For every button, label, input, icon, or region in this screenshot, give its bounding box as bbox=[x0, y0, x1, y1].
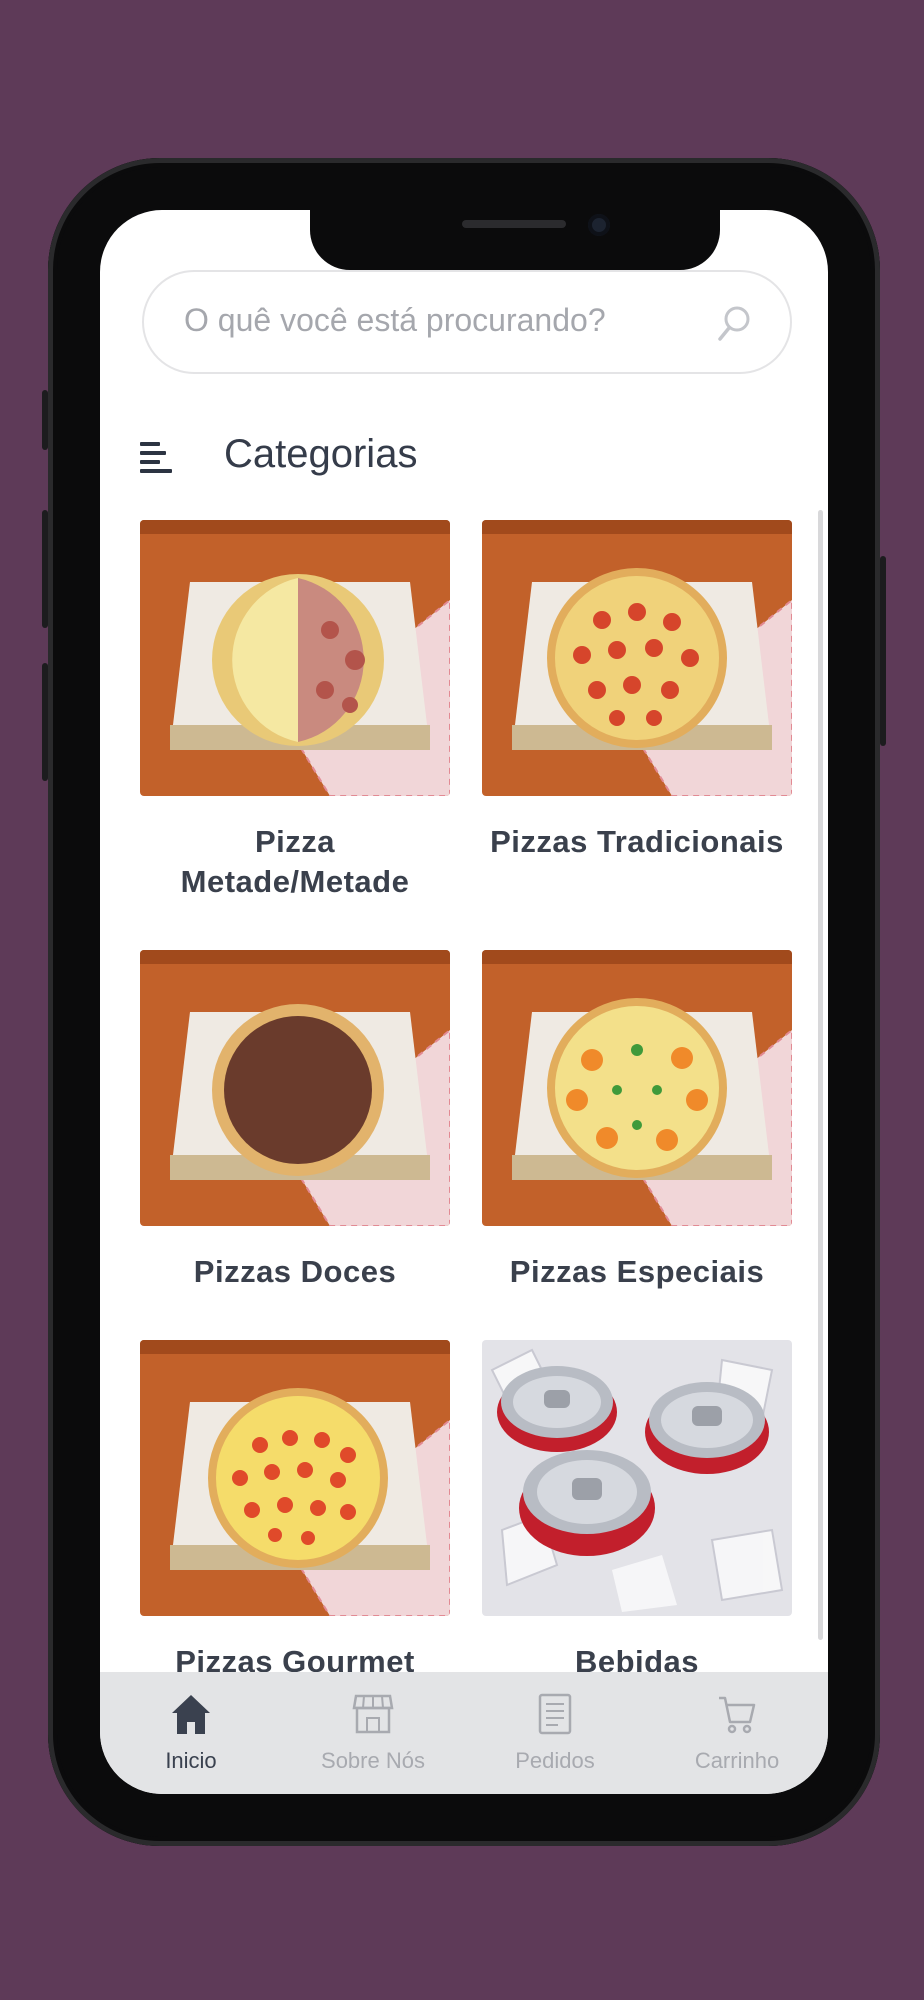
bottom-navigation: Inicio Sobre Nós Pedidos Carrinho bbox=[100, 1672, 828, 1794]
half-half-pizza-image bbox=[140, 520, 450, 796]
category-card-bebidas[interactable]: Bebidas bbox=[482, 1340, 792, 1682]
nav-item-sobre-nos[interactable]: Sobre Nós bbox=[282, 1672, 464, 1794]
menu-icon[interactable] bbox=[140, 438, 174, 478]
gourmet-pizza-image bbox=[140, 1340, 450, 1616]
search-icon[interactable] bbox=[716, 304, 752, 344]
category-card-metade-metade[interactable]: Pizza Metade/Metade bbox=[140, 520, 450, 902]
mute-switch bbox=[42, 390, 48, 450]
nav-label-carrinho: Carrinho bbox=[694, 1748, 780, 1773]
category-card-gourmet[interactable]: Pizzas Gourmet bbox=[140, 1340, 450, 1682]
nav-label-sobre-nos: Sobre Nós bbox=[321, 1748, 425, 1773]
nav-label-inicio: Inicio bbox=[165, 1748, 217, 1773]
scrollbar[interactable] bbox=[818, 510, 823, 1640]
category-card-especiais[interactable]: Pizzas Especiais bbox=[482, 950, 792, 1292]
category-card-doces[interactable]: Pizzas Doces bbox=[140, 950, 450, 1292]
notch bbox=[310, 210, 720, 270]
home-icon bbox=[172, 1695, 210, 1734]
search-input[interactable]: O quê você está procurando? bbox=[142, 270, 792, 374]
nav-item-carrinho[interactable]: Carrinho bbox=[646, 1672, 828, 1794]
special-pizza-image bbox=[482, 950, 792, 1226]
nav-item-pedidos[interactable]: Pedidos bbox=[464, 1672, 646, 1794]
cart-icon bbox=[719, 1696, 756, 1734]
phone-frame: O quê você está procurando? Categorias P… bbox=[42, 158, 886, 1846]
speaker-grille bbox=[462, 220, 566, 228]
soda-cans-image bbox=[482, 1340, 792, 1616]
chocolate-pizza-image bbox=[140, 950, 450, 1226]
nav-item-inicio[interactable]: Inicio bbox=[100, 1672, 282, 1794]
volume-down-button bbox=[42, 663, 48, 781]
category-label: Pizzas Doces bbox=[193, 1254, 397, 1289]
category-label: Pizzas Especiais bbox=[509, 1254, 765, 1289]
category-label: Pizza Metade/Metade bbox=[180, 824, 410, 899]
search-placeholder: O quê você está procurando? bbox=[184, 302, 606, 338]
power-button bbox=[880, 556, 886, 746]
store-icon bbox=[352, 1694, 394, 1734]
pepperoni-pizza-image bbox=[482, 520, 792, 796]
app-screen: O quê você está procurando? Categorias P… bbox=[100, 210, 828, 1794]
volume-up-button bbox=[42, 510, 48, 628]
category-card-tradicionais[interactable]: Pizzas Tradicionais bbox=[482, 520, 792, 862]
nav-label-pedidos: Pedidos bbox=[515, 1748, 595, 1773]
categories-title: Categorias bbox=[224, 432, 418, 476]
orders-icon bbox=[538, 1693, 572, 1735]
categories-header: Categorias bbox=[100, 420, 828, 502]
category-label: Pizzas Tradicionais bbox=[490, 824, 784, 859]
front-camera bbox=[588, 214, 610, 236]
